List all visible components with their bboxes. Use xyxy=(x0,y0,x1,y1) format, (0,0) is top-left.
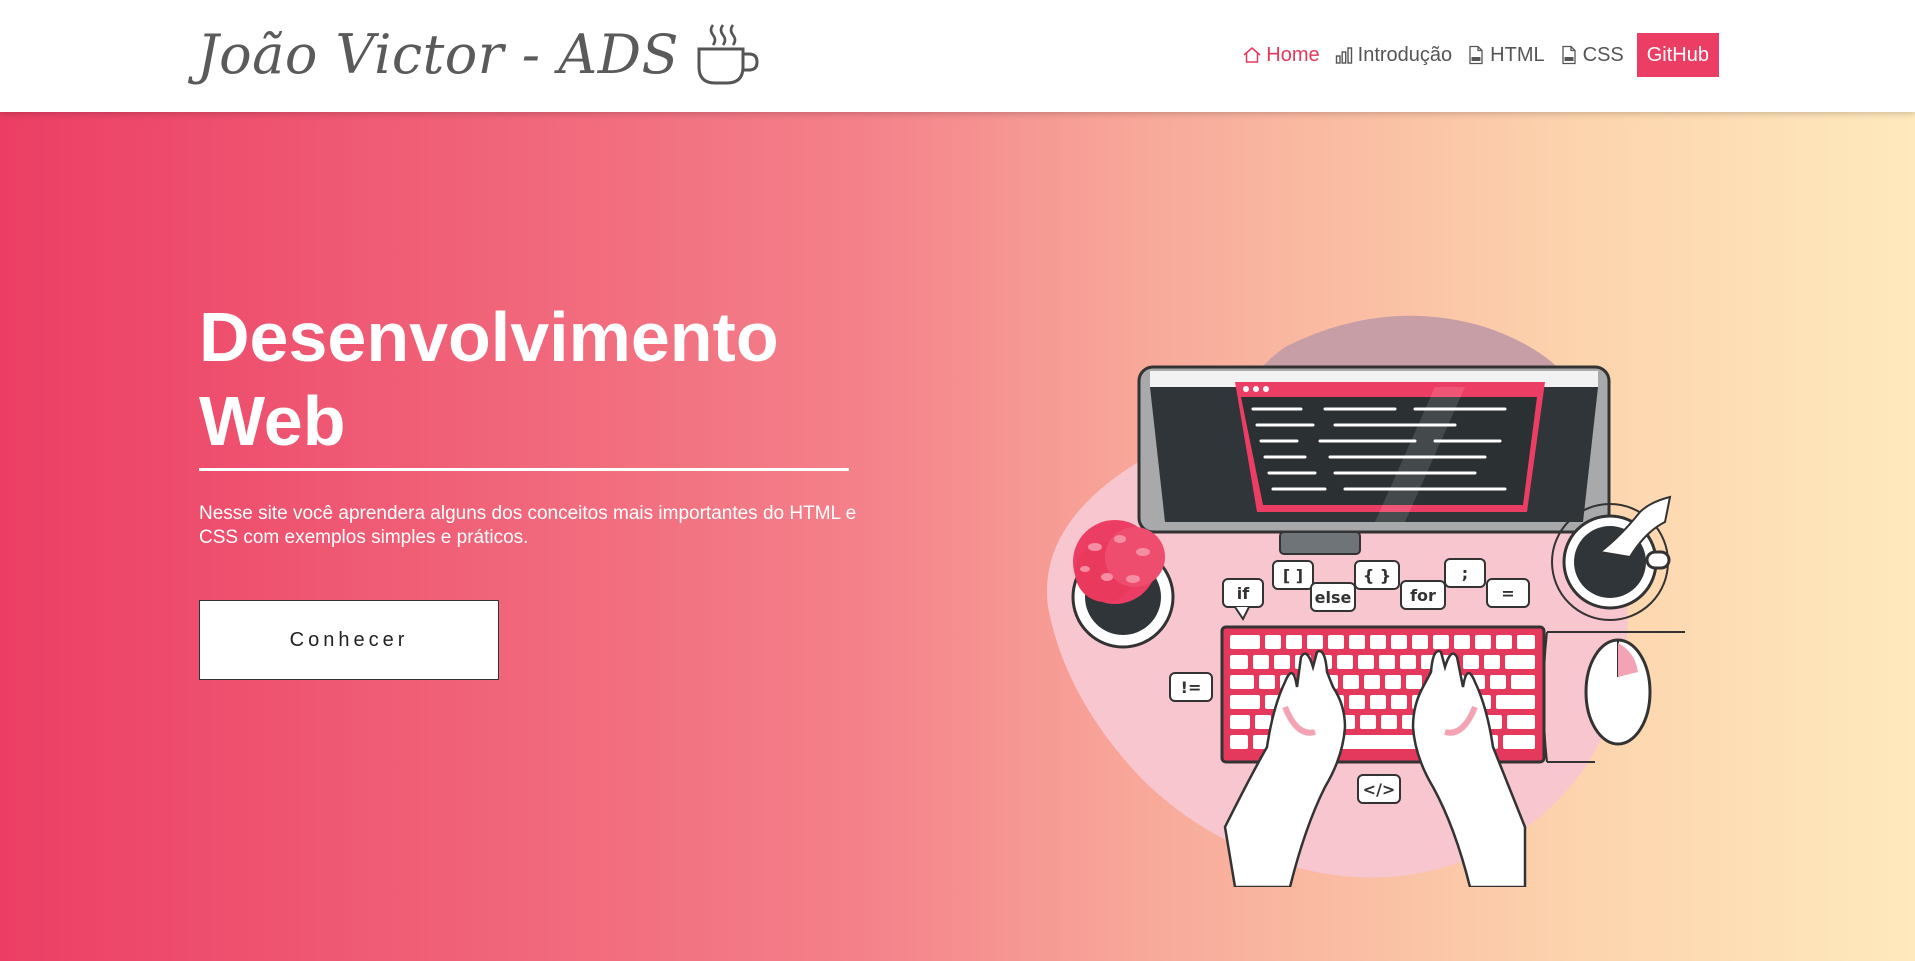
bubble-not-equals-label: != xyxy=(1181,678,1202,697)
bubble-equals: = xyxy=(1486,578,1530,608)
brand-logo[interactable]: João Victor - ADS xyxy=(197,18,759,90)
coffee-cup-icon xyxy=(697,24,759,85)
monitor xyxy=(1137,365,1611,555)
bar-chart-icon xyxy=(1335,47,1352,64)
bubble-brackets: [ ] xyxy=(1272,560,1314,590)
nav-item-label: Home xyxy=(1266,43,1320,66)
bubble-braces-label: { } xyxy=(1363,566,1391,585)
nav-item-home[interactable]: Home xyxy=(1242,43,1320,67)
nav-item-label: HTML xyxy=(1490,43,1545,66)
navbar: João Victor - ADS Home Introdução HTML C… xyxy=(0,0,1915,112)
bubble-for: for xyxy=(1400,580,1446,610)
bubble-brackets-label: [ ] xyxy=(1283,566,1303,585)
bubble-semicolon-label: ; xyxy=(1462,564,1468,583)
bubble-if-label: if xyxy=(1237,584,1250,603)
hero-title-line-2: Web xyxy=(199,382,346,460)
hero-description: Nesse site você aprendera alguns dos con… xyxy=(199,503,857,548)
bubble-else: else xyxy=(1310,582,1356,612)
brand-name: João Victor - ADS xyxy=(197,22,679,86)
html-file-icon xyxy=(1469,45,1483,65)
hero-divider xyxy=(199,468,849,471)
nav-item-css[interactable]: CSS xyxy=(1559,44,1624,67)
bubble-semicolon: ; xyxy=(1444,558,1486,588)
main-nav: Home Introdução HTML CSS GitHub xyxy=(1228,33,1719,77)
nav-item-label: Introdução xyxy=(1357,43,1453,66)
hero-title-line-1: Desenvolvimento xyxy=(199,298,779,376)
bubble-for-label: for xyxy=(1410,586,1436,605)
css-file-icon xyxy=(1561,45,1576,65)
bubble-not-equals: != xyxy=(1169,672,1213,702)
bubble-tag-label: </> xyxy=(1363,780,1396,799)
bubble-tag: </> xyxy=(1357,774,1401,804)
github-button[interactable]: GitHub xyxy=(1636,33,1719,77)
developer-typing-illustration: if [ ] else { } for ; = != </> xyxy=(1046,315,1685,887)
home-icon xyxy=(1243,47,1261,63)
hero-title: Desenvolvimento Web xyxy=(199,295,899,463)
nav-item-html[interactable]: HTML xyxy=(1466,43,1545,67)
hero-section: Desenvolvimento Web Nesse site você apre… xyxy=(0,112,1915,961)
plant-pot xyxy=(1071,520,1175,649)
bubble-braces: { } xyxy=(1354,560,1400,590)
bubble-else-label: else xyxy=(1315,588,1352,607)
nav-item-label: CSS xyxy=(1582,43,1624,66)
nav-item-introducao[interactable]: Introdução xyxy=(1334,43,1453,67)
bubble-equals-label: = xyxy=(1501,584,1514,603)
conhecer-button[interactable]: Conhecer xyxy=(199,600,499,680)
